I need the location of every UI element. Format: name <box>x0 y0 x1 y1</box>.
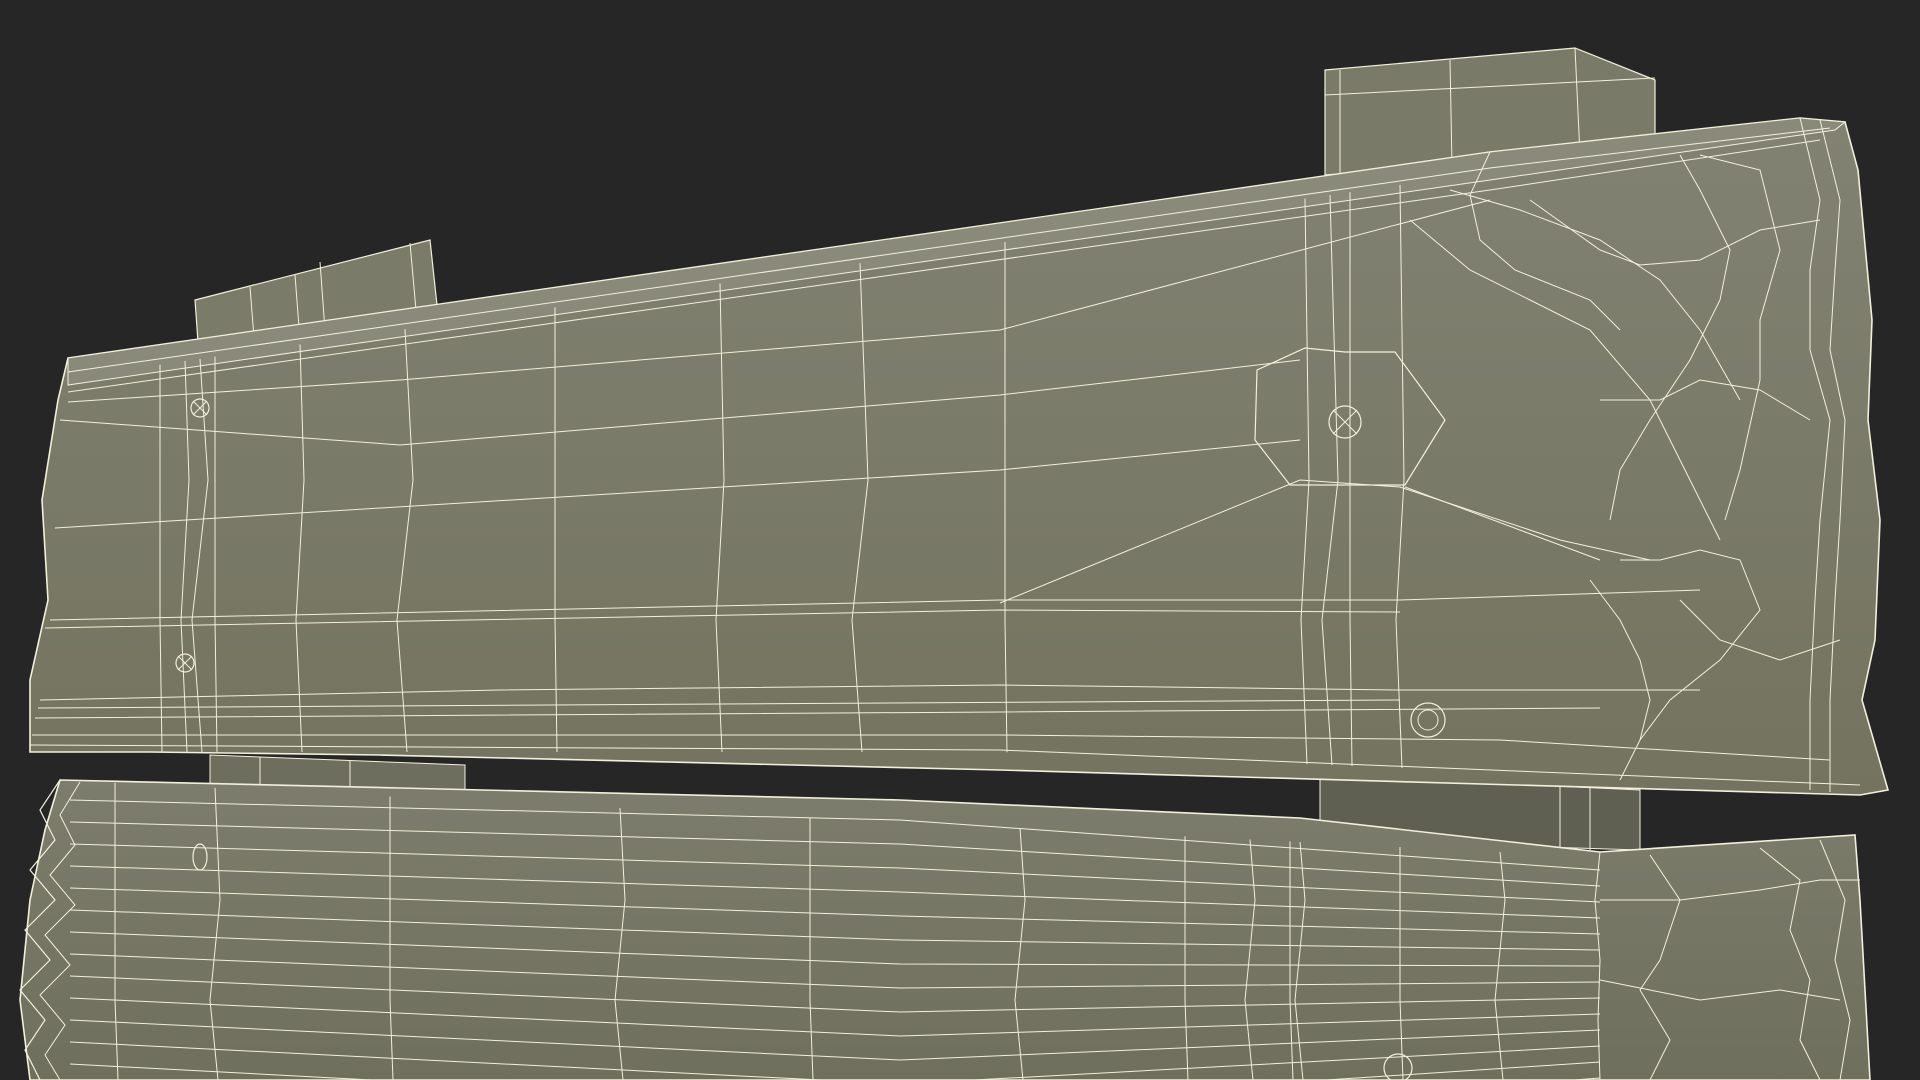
wireframe-render <box>0 0 1920 1080</box>
render-viewport <box>0 0 1920 1080</box>
